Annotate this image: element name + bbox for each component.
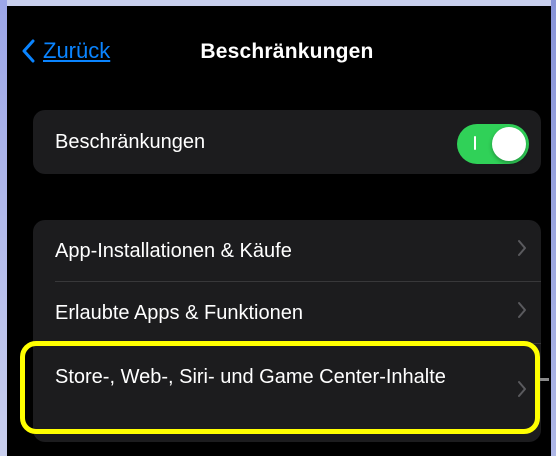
toggle-on-indicator-icon	[474, 136, 476, 150]
settings-screen: Zurück Beschränkungen Beschränkungen App…	[7, 6, 551, 456]
list-item-allowed-apps[interactable]: Erlaubte Apps & Funktionen	[33, 282, 541, 344]
restrictions-label: Beschränkungen	[55, 130, 206, 153]
list-item-content-restrictions[interactable]: Store-, Web-, Siri- und Game Center-Inha…	[33, 344, 541, 440]
list-item-label: Store-, Web-, Siri- und Game Center-Inha…	[55, 366, 446, 388]
page-title: Beschränkungen	[200, 40, 374, 63]
chevron-left-icon	[21, 39, 35, 63]
list-item-label: App-Installationen & Käufe	[55, 239, 292, 262]
navigation-bar: Zurück Beschränkungen	[7, 30, 551, 74]
toggle-knob[interactable]	[492, 127, 526, 161]
restrictions-row: Beschränkungen	[33, 110, 541, 174]
settings-list: App-Installationen & Käufe Erlaubte Apps…	[33, 220, 541, 442]
chevron-right-icon	[517, 239, 527, 263]
chevron-right-icon	[517, 380, 527, 404]
chevron-right-icon	[517, 301, 527, 325]
list-item-label: Erlaubte Apps & Funktionen	[55, 301, 303, 324]
callout-pointer	[540, 378, 549, 381]
restrictions-group: Beschränkungen	[33, 110, 541, 174]
back-button[interactable]: Zurück	[21, 36, 110, 66]
window-frame-left	[0, 0, 7, 456]
list-item-app-installations[interactable]: App-Installationen & Käufe	[33, 220, 541, 282]
restrictions-toggle[interactable]	[457, 124, 529, 164]
back-button-label: Zurück	[43, 38, 111, 63]
window-frame-right	[551, 0, 556, 456]
